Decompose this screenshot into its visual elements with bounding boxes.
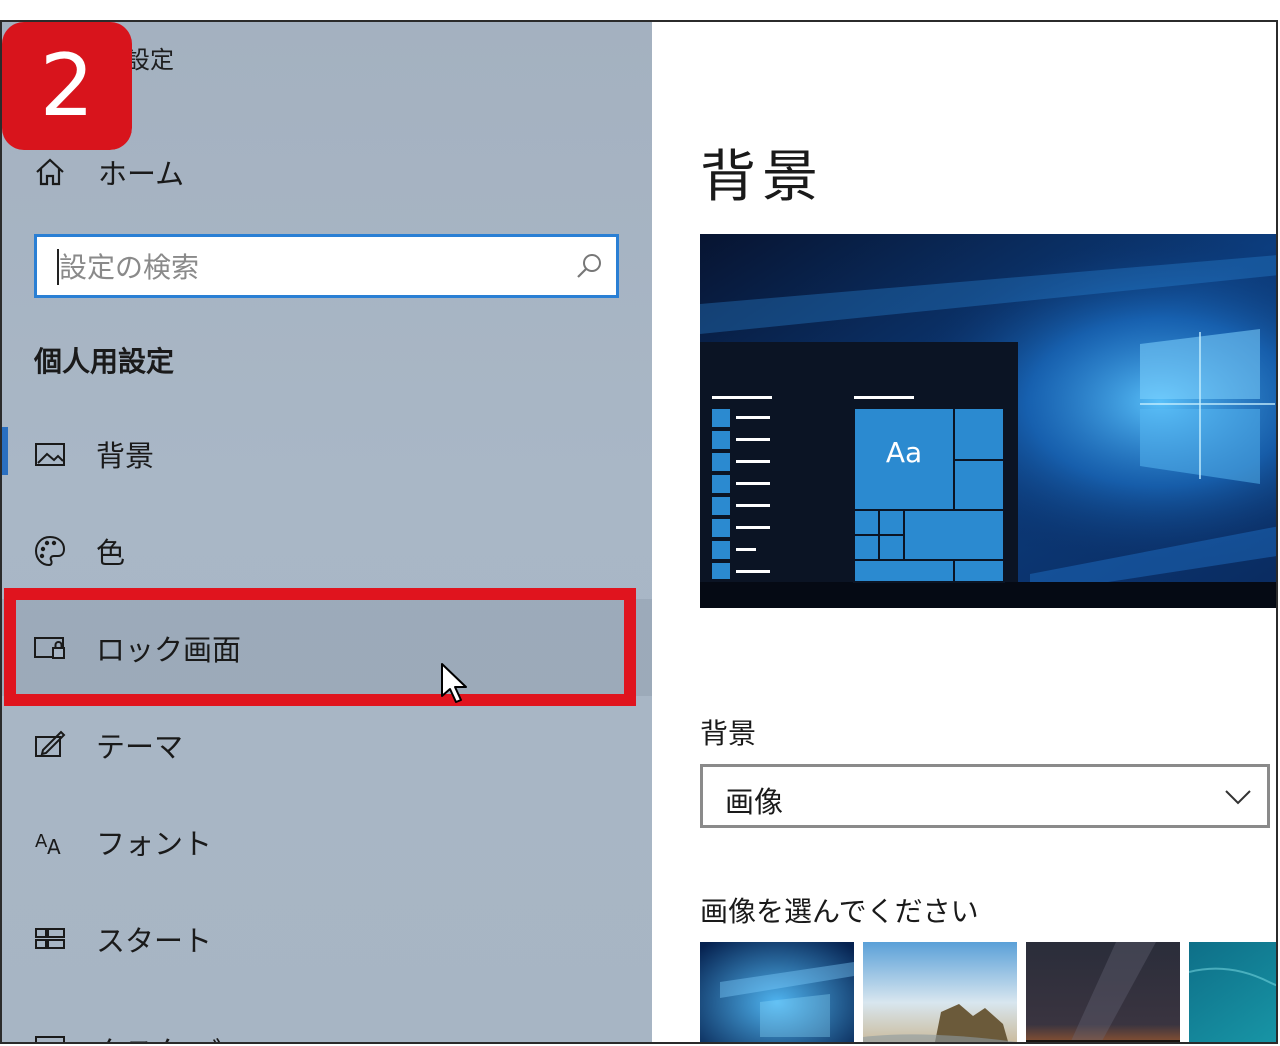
- main-content: 背景 Aa 背景 画像 画像を選んでください: [652, 22, 1276, 1042]
- background-type-dropdown[interactable]: 画像: [700, 764, 1270, 828]
- nav-home[interactable]: ホーム: [32, 150, 332, 194]
- start-icon: [32, 921, 68, 957]
- nav-item-background[interactable]: 背景: [2, 405, 652, 502]
- search-input[interactable]: [57, 245, 561, 289]
- nav-item-label: タスク バー: [96, 1029, 250, 1042]
- settings-window: 設定 ホーム 個人用設定 背景: [0, 20, 1278, 1044]
- preview-tile-text: Aa: [885, 436, 923, 469]
- nav-item-label: 色: [96, 535, 126, 570]
- background-label: 背景: [700, 717, 757, 750]
- thumbnail-beach[interactable]: [863, 942, 1017, 1042]
- nav-item-label: テーマ: [96, 729, 184, 764]
- nav-item-label: ロック画面: [96, 632, 242, 667]
- nav-item-theme[interactable]: テーマ: [2, 696, 652, 793]
- palette-icon: [32, 533, 68, 569]
- step-number: 2: [2, 22, 132, 150]
- svg-text:A: A: [47, 835, 61, 859]
- sidebar: 設定 ホーム 個人用設定 背景: [2, 22, 652, 1042]
- font-icon: AA: [32, 824, 68, 860]
- chevron-down-icon: [1223, 783, 1253, 813]
- nav-home-label: ホーム: [98, 157, 185, 191]
- thumbnail-ocean[interactable]: [1189, 942, 1276, 1042]
- mouse-cursor-icon: [440, 662, 470, 710]
- search-icon[interactable]: [574, 251, 604, 285]
- choose-image-label: 画像を選んでください: [700, 895, 979, 928]
- nav-item-lock-screen[interactable]: ロック画面: [2, 599, 652, 696]
- nav-item-taskbar[interactable]: タスク バー: [2, 987, 652, 1042]
- nav-list: 背景 色 ロック画面 テーマ A A フォント スタート: [2, 405, 652, 1042]
- image-thumbnails: [700, 942, 1276, 1042]
- nav-item-font[interactable]: AA フォント: [2, 793, 652, 890]
- nav-item-label: スタート: [96, 923, 213, 958]
- thumbnail-night-sky[interactable]: [1026, 942, 1180, 1042]
- taskbar-icon: [32, 1029, 68, 1042]
- section-title: 個人用設定: [34, 345, 175, 378]
- home-icon: [32, 154, 68, 190]
- window-title: 設定: [126, 46, 174, 74]
- page-title: 背景: [700, 145, 824, 210]
- thumbnail-windows[interactable]: [700, 942, 854, 1042]
- picture-icon: [32, 436, 68, 472]
- background-preview: Aa: [700, 234, 1276, 608]
- nav-item-color[interactable]: 色: [2, 502, 652, 599]
- step-badge: 2: [2, 22, 132, 150]
- nav-item-label: フォント: [96, 826, 213, 861]
- nav-item-start[interactable]: スタート: [2, 890, 652, 987]
- dropdown-value: 画像: [725, 785, 784, 819]
- search-box[interactable]: [34, 234, 619, 298]
- nav-item-label: 背景: [96, 438, 155, 473]
- theme-icon: [32, 727, 68, 763]
- lock-screen-icon: [32, 630, 68, 666]
